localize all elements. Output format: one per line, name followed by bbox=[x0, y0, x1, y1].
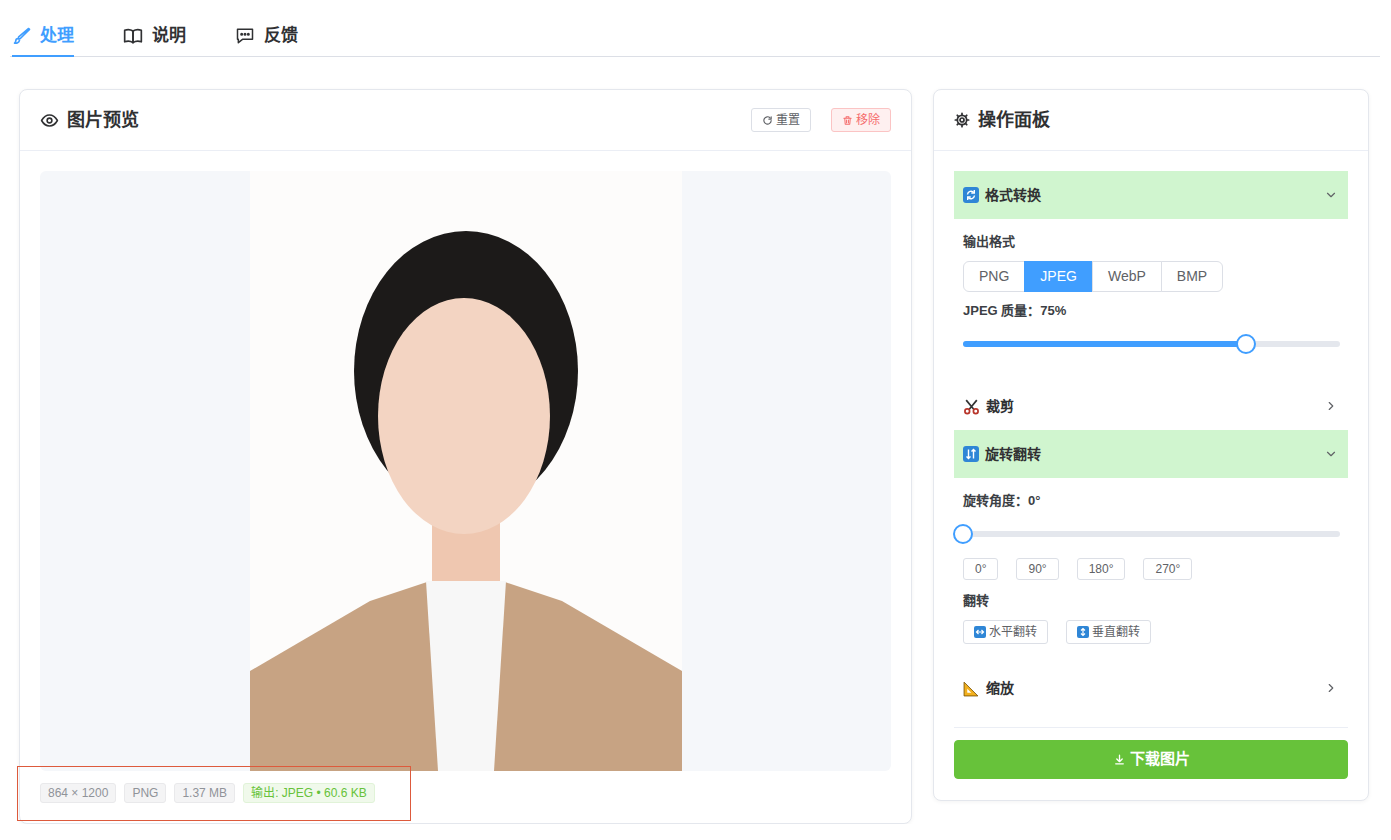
angle-preset-button[interactable]: 180° bbox=[1077, 558, 1126, 580]
section-title: 裁剪 bbox=[986, 396, 1014, 417]
rotate-body: 旋转角度：0° 0° 90° 180° 270° 翻转水平翻转 垂直翻转 bbox=[954, 478, 1348, 664]
angle-preset-button[interactable]: 90° bbox=[1016, 558, 1058, 580]
flip-vertical-button[interactable]: 垂直翻转 bbox=[1066, 620, 1151, 644]
tab[interactable]: 说明 bbox=[122, 24, 186, 57]
app: 处理 说明 反馈图片预览 重置 移除 864 × 1200 PNG 1.37 MB 输出: JP… bbox=[10, 0, 1380, 824]
scissors-icon bbox=[963, 398, 980, 415]
slider-thumb[interactable] bbox=[1236, 334, 1256, 354]
remove-button[interactable]: 移除 bbox=[831, 108, 891, 132]
angle-preset-button[interactable]: 0° bbox=[963, 558, 998, 580]
info-tag: PNG bbox=[124, 783, 166, 803]
tab-label: 处理 bbox=[40, 24, 74, 48]
angle-preset-button[interactable]: 270° bbox=[1143, 558, 1192, 580]
panel-header: 操作面板 bbox=[934, 90, 1368, 151]
main-area: 图片预览 重置 移除 864 × 1200 PNG 1.37 MB 输出: JPEG • 6… bbox=[10, 57, 1380, 824]
slider[interactable] bbox=[963, 334, 1340, 354]
angle-label: 旋转角度：0° bbox=[963, 492, 1340, 510]
chat-icon bbox=[234, 26, 256, 46]
format-option[interactable]: WebP bbox=[1092, 261, 1162, 292]
section-header[interactable]: 裁剪 bbox=[954, 382, 1348, 430]
slider-track bbox=[963, 341, 1340, 347]
convert-icon bbox=[963, 187, 979, 203]
section-title: 旋转翻转 bbox=[985, 444, 1041, 465]
preview-title: 图片预览 bbox=[67, 107, 139, 134]
tab-label: 反馈 bbox=[264, 24, 298, 48]
tab-bar: 处理 说明 反馈 bbox=[10, 0, 1380, 57]
chevron-down-icon bbox=[1324, 447, 1338, 461]
flip-label: 翻转 bbox=[963, 592, 1340, 610]
angle-presets: 0° 90° 180° 270° bbox=[963, 558, 1340, 580]
slider-track bbox=[963, 531, 1340, 537]
ruler-icon bbox=[963, 680, 980, 697]
format-option[interactable]: JPEG bbox=[1024, 261, 1093, 292]
preview-body: 864 × 1200 PNG 1.37 MB 输出: JPEG • 60.6 KB bbox=[20, 151, 911, 823]
preview-stage bbox=[40, 171, 891, 771]
preview-actions: 重置 移除 bbox=[751, 108, 891, 132]
flip-horizontal-icon bbox=[974, 626, 986, 638]
tab-label: 说明 bbox=[152, 24, 186, 48]
book-icon bbox=[122, 26, 144, 46]
field-label: 输出格式 bbox=[963, 233, 1340, 251]
section-header[interactable]: 旋转翻转 bbox=[954, 430, 1348, 478]
preview-card: 图片预览 重置 移除 864 × 1200 PNG 1.37 MB 输出: JPEG • 6… bbox=[19, 89, 912, 824]
highlight-box bbox=[17, 766, 411, 821]
section-title: 缩放 bbox=[986, 678, 1014, 699]
download-icon bbox=[1113, 753, 1126, 766]
slider-fill bbox=[963, 341, 1246, 347]
image-info: 864 × 1200 PNG 1.37 MB 输出: JPEG • 60.6 KB bbox=[40, 783, 891, 803]
info-tag: 输出: JPEG • 60.6 KB bbox=[243, 783, 375, 803]
info-tag: 864 × 1200 bbox=[40, 783, 116, 803]
slider-thumb[interactable] bbox=[953, 524, 973, 544]
section-header[interactable]: 缩放 bbox=[954, 664, 1348, 712]
divider bbox=[954, 727, 1348, 728]
flip-buttons: 水平翻转 垂直翻转 bbox=[963, 620, 1340, 644]
panel-title: 操作面板 bbox=[978, 107, 1050, 134]
format-option[interactable]: PNG bbox=[963, 261, 1025, 292]
preview-header: 图片预览 重置 移除 bbox=[20, 90, 911, 151]
flip-vertical-icon bbox=[1077, 626, 1089, 638]
button-label: 下载图片 bbox=[1130, 748, 1190, 771]
quality-label: JPEG 质量：75% bbox=[963, 302, 1340, 320]
chevron-right-icon bbox=[1324, 681, 1338, 695]
trash-icon bbox=[842, 115, 853, 126]
button-label: 重置 bbox=[776, 109, 800, 131]
format-options: PNGJPEGWebPBMP bbox=[963, 261, 1223, 292]
control-panel: 操作面板格式转换输出格式 PNGJPEGWebPBMP JPEG 质量：75% 裁剪旋… bbox=[933, 89, 1369, 801]
button-label: 移除 bbox=[856, 109, 880, 131]
panel-body: 格式转换输出格式 PNGJPEGWebPBMP JPEG 质量：75% 裁剪旋转翻转旋… bbox=[934, 151, 1368, 800]
format-body: 输出格式 PNGJPEGWebPBMP JPEG 质量：75% bbox=[954, 219, 1348, 382]
chevron-right-icon bbox=[1324, 399, 1338, 413]
download-button[interactable]: 下载图片 bbox=[954, 740, 1348, 779]
slider[interactable] bbox=[963, 524, 1340, 544]
brush-icon bbox=[12, 26, 32, 46]
chevron-down-icon bbox=[1324, 188, 1338, 202]
section-header[interactable]: 格式转换 bbox=[954, 171, 1348, 219]
gear-icon bbox=[954, 112, 970, 128]
info-tag: 1.37 MB bbox=[174, 783, 235, 803]
refresh-icon bbox=[762, 115, 773, 126]
tab[interactable]: 处理 bbox=[12, 24, 74, 57]
eye-icon bbox=[40, 111, 59, 130]
section-title: 格式转换 bbox=[985, 185, 1041, 206]
button-label: 水平翻转 bbox=[989, 621, 1037, 643]
rotate-icon bbox=[963, 446, 979, 462]
reset-button[interactable]: 重置 bbox=[751, 108, 811, 132]
tab[interactable]: 反馈 bbox=[234, 24, 298, 57]
format-option[interactable]: BMP bbox=[1161, 261, 1223, 292]
button-label: 垂直翻转 bbox=[1092, 621, 1140, 643]
portrait-photo bbox=[250, 171, 682, 771]
flip-horizontal-button[interactable]: 水平翻转 bbox=[963, 620, 1048, 644]
